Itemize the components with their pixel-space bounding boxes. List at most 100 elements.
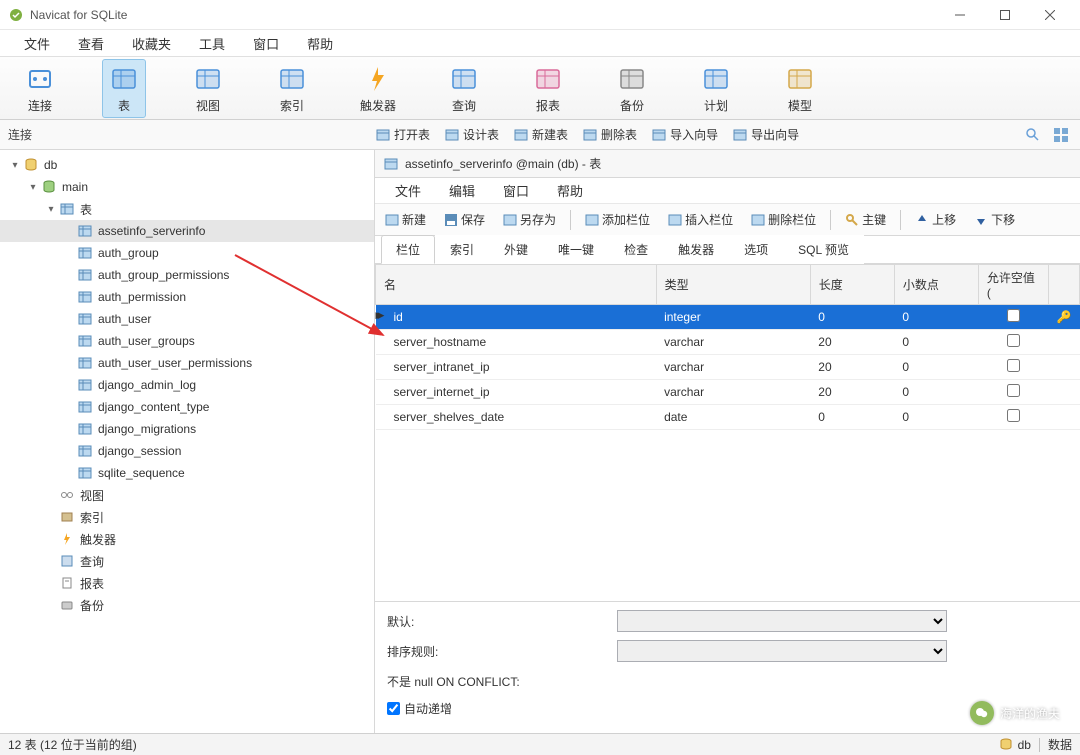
col-header-2[interactable]: 长度 [810, 265, 894, 305]
view-icon [192, 63, 224, 95]
search-icon[interactable] [1024, 126, 1042, 144]
menu-0[interactable]: 文件 [10, 30, 64, 57]
nullable-checkbox[interactable] [1007, 359, 1020, 372]
nullable-checkbox[interactable] [1007, 334, 1020, 347]
columns-table-area[interactable]: 名类型长度小数点允许空值 ( ▶idinteger00🔑server_hostn… [375, 264, 1080, 601]
table-action-icon [582, 127, 598, 143]
grid-view-icon[interactable] [1052, 126, 1070, 144]
column-row-server_hostname[interactable]: server_hostnamevarchar200 [376, 330, 1080, 355]
nullable-checkbox[interactable] [1007, 384, 1020, 397]
menubar: 文件查看收藏夹工具窗口帮助 [0, 30, 1080, 56]
content-tab-2[interactable]: 外键 [489, 235, 543, 264]
close-button[interactable] [1027, 0, 1072, 30]
subbar-action-5[interactable]: 导出向导 [732, 126, 799, 143]
tool-plan[interactable]: 计划 [694, 59, 738, 118]
table-icon [108, 63, 140, 95]
column-row-server_internet_ip[interactable]: server_internet_ipvarchar200 [376, 380, 1080, 405]
tool-index[interactable]: 索引 [270, 59, 314, 118]
tree-table-django_admin_log[interactable]: django_admin_log [0, 374, 374, 396]
ctb-insertfield[interactable]: 插入栏位 [664, 209, 737, 230]
subbar-action-2[interactable]: 新建表 [513, 126, 568, 143]
ctb-movedown[interactable]: 下移 [970, 209, 1019, 230]
tree-table-sqlite_sequence[interactable]: sqlite_sequence [0, 462, 374, 484]
tool-query[interactable]: 查询 [442, 59, 486, 118]
tree-table-auth_permission[interactable]: auth_permission [0, 286, 374, 308]
ctb-new[interactable]: 新建 [381, 209, 430, 230]
content-menu-3[interactable]: 帮助 [543, 177, 597, 204]
table-action-icon [375, 127, 391, 143]
content-tab-5[interactable]: 触发器 [663, 235, 729, 264]
index-icon [276, 63, 308, 95]
ctb-addfield[interactable]: 添加栏位 [581, 209, 654, 230]
content-tab-0[interactable]: 栏位 [381, 235, 435, 264]
tool-view[interactable]: 视图 [186, 59, 230, 118]
tree-db[interactable]: ▾db [0, 154, 374, 176]
tree-table-auth_group_permissions[interactable]: auth_group_permissions [0, 264, 374, 286]
content-tab-6[interactable]: 选项 [729, 235, 783, 264]
tree-table-django_session[interactable]: django_session [0, 440, 374, 462]
tree-views[interactable]: 视图 [0, 484, 374, 506]
subbar-action-4[interactable]: 导入向导 [651, 126, 718, 143]
nullable-checkbox[interactable] [1007, 409, 1020, 422]
ctb-moveup[interactable]: 上移 [911, 209, 960, 230]
content-menu-2[interactable]: 窗口 [489, 177, 543, 204]
menu-4[interactable]: 窗口 [239, 30, 293, 57]
tree-table-auth_user_user_permissions[interactable]: auth_user_user_permissions [0, 352, 374, 374]
column-row-id[interactable]: ▶idinteger00🔑 [376, 305, 1080, 330]
tool-table[interactable]: 表 [102, 59, 146, 118]
connection-tree[interactable]: ▾db▾main▾表assetinfo_serverinfoauth_group… [0, 150, 375, 733]
col-header-4[interactable]: 允许空值 ( [978, 265, 1048, 305]
ctb-save[interactable]: 保存 [440, 209, 489, 230]
content-menu-1[interactable]: 编辑 [435, 177, 489, 204]
tool-model[interactable]: 模型 [778, 59, 822, 118]
tree-indexes[interactable]: 索引 [0, 506, 374, 528]
tree-table-auth_user_groups[interactable]: auth_user_groups [0, 330, 374, 352]
ctb-saveas[interactable]: 另存为 [499, 209, 560, 230]
menu-5[interactable]: 帮助 [293, 30, 347, 57]
ctb-deletefield[interactable]: 删除栏位 [747, 209, 820, 230]
content-menu-0[interactable]: 文件 [381, 177, 435, 204]
collation-select[interactable] [617, 640, 947, 662]
tool-trigger[interactable]: 触发器 [354, 59, 402, 118]
minimize-button[interactable] [937, 0, 982, 30]
col-header-3[interactable]: 小数点 [894, 265, 978, 305]
content-tab-3[interactable]: 唯一键 [543, 235, 609, 264]
col-header-1[interactable]: 类型 [656, 265, 810, 305]
tool-backup[interactable]: 备份 [610, 59, 654, 118]
column-row-server_shelves_date[interactable]: server_shelves_datedate00 [376, 405, 1080, 430]
subbar-action-3[interactable]: 删除表 [582, 126, 637, 143]
menu-3[interactable]: 工具 [185, 30, 239, 57]
tool-report[interactable]: 报表 [526, 59, 570, 118]
tree-table-django_content_type[interactable]: django_content_type [0, 396, 374, 418]
ctb-primarykey[interactable]: 主键 [841, 209, 890, 230]
col-header-0[interactable]: 名 [376, 265, 657, 305]
column-row-server_intranet_ip[interactable]: server_intranet_ipvarchar200 [376, 355, 1080, 380]
autoinc-checkbox[interactable] [387, 702, 400, 715]
maximize-button[interactable] [982, 0, 1027, 30]
subbar-action-1[interactable]: 设计表 [444, 126, 499, 143]
tree-backups[interactable]: 备份 [0, 594, 374, 616]
report-icon [532, 63, 564, 95]
tree-queries[interactable]: 查询 [0, 550, 374, 572]
tree-reports[interactable]: 报表 [0, 572, 374, 594]
default-select[interactable] [617, 610, 947, 632]
tree-table-django_migrations[interactable]: django_migrations [0, 418, 374, 440]
onconflict-label: 不是 null ON CONFLICT: [387, 673, 617, 690]
tree-table-assetinfo_serverinfo[interactable]: assetinfo_serverinfo [0, 220, 374, 242]
tool-connect[interactable]: 连接 [18, 59, 62, 118]
menu-2[interactable]: 收藏夹 [118, 30, 185, 57]
content-tab-4[interactable]: 检查 [609, 235, 663, 264]
query-icon [448, 63, 480, 95]
table-icon [383, 156, 399, 172]
tree-triggers[interactable]: 触发器 [0, 528, 374, 550]
subbar-action-0[interactable]: 打开表 [375, 126, 430, 143]
tree-table-auth_user[interactable]: auth_user [0, 308, 374, 330]
tree-tables-folder[interactable]: ▾表 [0, 198, 374, 220]
content-tab-7[interactable]: SQL 预览 [783, 235, 864, 264]
menu-1[interactable]: 查看 [64, 30, 118, 57]
content-tab-1[interactable]: 索引 [435, 235, 489, 264]
nullable-checkbox[interactable] [1007, 309, 1020, 322]
tree-schema[interactable]: ▾main [0, 176, 374, 198]
window-title: Navicat for SQLite [30, 8, 937, 22]
tree-table-auth_group[interactable]: auth_group [0, 242, 374, 264]
